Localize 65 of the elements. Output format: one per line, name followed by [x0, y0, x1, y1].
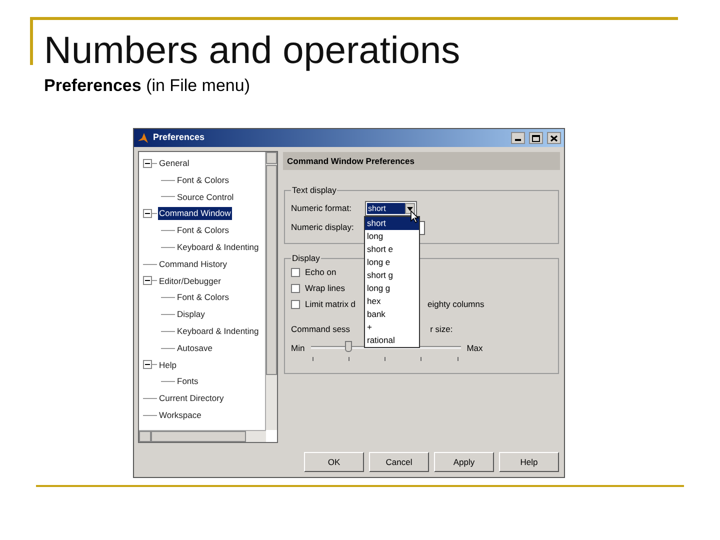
checkbox-label: eighty columns: [428, 298, 484, 312]
dialog-button[interactable]: Cancel: [369, 452, 429, 472]
tree-item[interactable]: Display: [176, 308, 206, 321]
tree-item[interactable]: Command History: [158, 258, 228, 271]
dropdown-option[interactable]: long e: [365, 256, 419, 269]
tree-item[interactable]: General: [158, 157, 190, 170]
field-label: Numeric display:: [291, 221, 355, 234]
collapse-icon[interactable]: [143, 360, 152, 370]
minimize-button[interactable]: [511, 132, 525, 144]
dropdown-option[interactable]: +: [365, 321, 419, 334]
group-legend: Display: [291, 252, 321, 265]
dropdown-option[interactable]: long: [365, 230, 419, 243]
dropdown-option[interactable]: hex: [365, 295, 419, 308]
checkbox[interactable]: [291, 268, 300, 278]
tree-item[interactable]: Source Control: [176, 190, 235, 204]
tree-item[interactable]: Keyboard & Indenting: [176, 324, 260, 338]
tree-item[interactable]: Help: [158, 358, 178, 372]
vertical-scrollbar[interactable]: [265, 152, 277, 430]
horizontal-scrollbar[interactable]: [139, 430, 266, 442]
slider-label: Command sess: [291, 322, 350, 336]
collapse-icon[interactable]: [143, 276, 152, 286]
tree-item[interactable]: Current Directory: [158, 392, 225, 405]
dialog-button[interactable]: Apply: [434, 452, 494, 472]
tree-item[interactable]: Font & Colors: [176, 174, 230, 187]
tree-item[interactable]: Autosave: [176, 342, 214, 355]
panel-header: Command Window Preferences: [283, 152, 560, 170]
close-button[interactable]: [547, 132, 561, 144]
checkbox-label: Echo on: [305, 266, 336, 280]
field-label: Numeric format:: [291, 202, 352, 216]
numeric-format-combo[interactable]: short: [365, 201, 417, 216]
slider-label: r size:: [430, 322, 453, 336]
dialog-button[interactable]: OK: [304, 452, 364, 472]
combo-value: short: [367, 203, 405, 214]
tree-item[interactable]: Editor/Debugger: [158, 274, 222, 288]
dropdown-option[interactable]: bank: [365, 308, 419, 321]
slider-min-label: Min: [291, 342, 305, 354]
collapse-icon[interactable]: [143, 158, 152, 168]
tree-item[interactable]: Font & Colors: [176, 291, 230, 304]
caret-icon: [407, 206, 413, 211]
tree-item[interactable]: Font & Colors: [176, 224, 230, 237]
tree-item[interactable]: Command Window: [158, 207, 232, 220]
close-icon: [550, 134, 558, 142]
checkbox[interactable]: [291, 300, 300, 310]
slider-ticks-icon: [310, 354, 461, 362]
tree-item[interactable]: Fonts: [176, 375, 200, 388]
app-logo-icon: [137, 132, 149, 144]
dropdown-option[interactable]: short e: [365, 243, 419, 256]
group-legend: Text display: [291, 184, 338, 197]
collapse-icon[interactable]: [143, 209, 152, 218]
slide-title: Numbers and operations: [44, 29, 462, 74]
tree-item[interactable]: Workspace: [158, 408, 202, 422]
dropdown-option[interactable]: short: [365, 217, 419, 230]
dropdown-option[interactable]: short g: [365, 269, 419, 282]
dropdown-option[interactable]: rational: [365, 334, 419, 347]
checkbox[interactable]: [291, 284, 300, 294]
maximize-button[interactable]: [529, 132, 543, 144]
window-title: Preferences: [153, 131, 205, 144]
dropdown-option[interactable]: long g: [365, 282, 419, 295]
tree-item[interactable]: Keyboard & Indenting: [176, 241, 260, 254]
checkbox-label: Wrap lines: [305, 282, 345, 296]
checkbox-label: Limit matrix d: [305, 298, 356, 312]
slider-thumb[interactable]: [345, 340, 352, 352]
slide-subtitle: Preferences (in File menu): [44, 76, 251, 96]
dialog-button[interactable]: Help: [499, 452, 559, 472]
slider-max-label: Max: [466, 342, 483, 354]
